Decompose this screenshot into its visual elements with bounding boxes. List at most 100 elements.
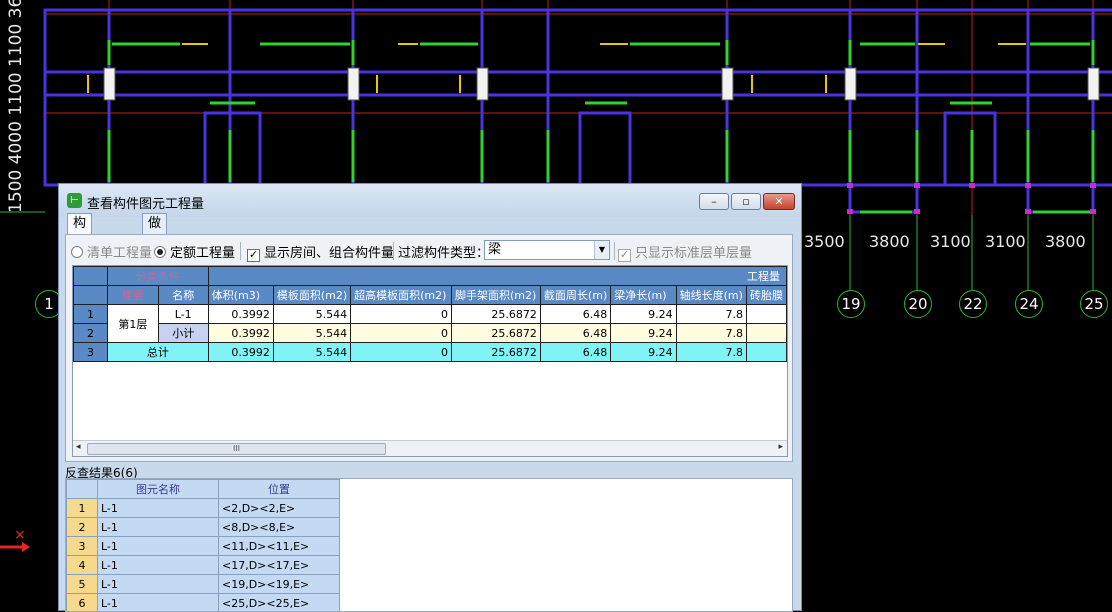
dialog-titlebar[interactable]: ⊢ 查看构件图元工程量 – ▫ ✕ <box>59 184 801 217</box>
position-cell[interactable]: <19,D><19,E> <box>219 575 340 594</box>
minimize-button[interactable]: – <box>699 193 729 210</box>
row-number: 2 <box>67 518 98 537</box>
column-header[interactable]: 模板面积(m2) <box>273 286 350 305</box>
element-name-cell[interactable]: L-1 <box>98 499 219 518</box>
column-header[interactable]: 图元名称 <box>98 480 219 499</box>
column-header[interactable]: 脚手架面积(m2) <box>451 286 540 305</box>
list-item[interactable]: 4 L-1 <17,D><17,E> <box>67 556 340 575</box>
standard-floor-checkbox[interactable]: ✓只显示标准层单层量 <box>618 242 752 262</box>
row-number: 6 <box>67 594 98 612</box>
total-label-cell[interactable]: 总计 <box>108 343 209 362</box>
formwork-area-cell[interactable]: 5.544 <box>273 343 350 362</box>
quantity-header: 工程量 <box>208 267 786 286</box>
formwork-area-cell[interactable]: 5.544 <box>273 324 350 343</box>
quantity-grid[interactable]: 分类条件 工程量 楼层 名称 体积(m3) 模板面积(m2) 超高模板面积(m2… <box>72 265 788 457</box>
horizontal-scrollbar[interactable]: ◂ III ▸ <box>73 440 787 456</box>
separator <box>240 242 241 260</box>
axis-length-cell[interactable]: 7.8 <box>676 305 746 324</box>
dropdown-arrow-icon[interactable]: ▼ <box>594 241 609 259</box>
dimension-label: 3100 <box>930 232 971 251</box>
maximize-button[interactable]: ▫ <box>731 193 761 210</box>
volume-cell[interactable]: 0.3992 <box>208 324 273 343</box>
scaffold-area-cell[interactable]: 25.6872 <box>451 343 540 362</box>
scroll-left-icon[interactable]: ◂ <box>76 442 81 452</box>
floor-cell[interactable]: 第1层 <box>108 305 159 343</box>
column-header[interactable]: 截面周长(m) <box>540 286 610 305</box>
options-bar: 清单工程量 定额工程量 ✓显示房间、组合构件量 过滤构件类型： 梁 ▼ ✓只显示… <box>66 240 794 260</box>
position-cell[interactable]: <8,D><8,E> <box>219 518 340 537</box>
list-item[interactable]: 2 L-1 <8,D><8,E> <box>67 518 340 537</box>
app-icon: ⊢ <box>67 193 82 208</box>
vertical-dimension-text: 1500 4000 1100 1100 3600 2000 <box>6 8 36 213</box>
dimension-label: 3800 <box>869 232 910 251</box>
axis-length-cell[interactable]: 7.8 <box>676 324 746 343</box>
grid-corner <box>74 267 108 286</box>
position-cell[interactable]: <17,D><17,E> <box>219 556 340 575</box>
column-header[interactable]: 轴线长度(m) <box>676 286 746 305</box>
beam-net-length-cell[interactable]: 9.24 <box>611 324 676 343</box>
high-formwork-area-cell[interactable]: 0 <box>351 324 452 343</box>
radio-quota-quantity[interactable]: 定额工程量 <box>154 242 235 261</box>
ucs-arrow-icon <box>0 542 30 552</box>
scaffold-area-cell[interactable]: 25.6872 <box>451 324 540 343</box>
column-header[interactable]: 位置 <box>219 480 340 499</box>
section-perimeter-cell[interactable]: 6.48 <box>540 305 610 324</box>
tab-method-quantity[interactable]: 做法工程量 <box>142 213 167 234</box>
column-header[interactable]: 砖胎膜 <box>746 286 786 305</box>
position-cell[interactable]: <11,D><11,E> <box>219 537 340 556</box>
volume-cell[interactable]: 0.3992 <box>208 305 273 324</box>
element-name-cell[interactable]: L-1 <box>98 556 219 575</box>
volume-cell[interactable]: 0.3992 <box>208 343 273 362</box>
axis-number-bubble: 24 <box>1015 290 1043 318</box>
position-cell[interactable]: <2,D><2,E> <box>219 499 340 518</box>
table-row[interactable]: 1 第1层 L-1 0.3992 5.544 0 25.6872 6.48 9.… <box>74 305 787 324</box>
element-name-cell[interactable]: L-1 <box>98 537 219 556</box>
list-item[interactable]: 1 L-1 <2,D><2,E> <box>67 499 340 518</box>
wall-lines <box>45 10 1112 212</box>
column-header[interactable]: 超高模板面积(m2) <box>351 286 452 305</box>
brick-mold-cell[interactable] <box>746 343 786 362</box>
name-cell[interactable]: 小计 <box>158 324 208 343</box>
element-name-cell[interactable]: L-1 <box>98 594 219 612</box>
component-quantity-dialog[interactable]: ⊢ 查看构件图元工程量 – ▫ ✕ 构件工程量 做法工程量 清单工程量 定额工程… <box>58 183 802 611</box>
formwork-area-cell[interactable]: 5.544 <box>273 305 350 324</box>
column-header[interactable]: 名称 <box>158 286 208 305</box>
element-name-cell[interactable]: L-1 <box>98 518 219 537</box>
row-number: 5 <box>67 575 98 594</box>
table-row[interactable]: 2 小计 0.3992 5.544 0 25.6872 6.48 9.24 7.… <box>74 324 787 343</box>
scroll-right-icon[interactable]: ▸ <box>778 442 783 452</box>
filter-type-select[interactable]: 梁 ▼ <box>484 240 610 260</box>
element-name-cell[interactable]: L-1 <box>98 575 219 594</box>
show-rooms-checkbox[interactable]: ✓显示房间、组合构件量 <box>247 242 394 262</box>
brick-mold-cell[interactable] <box>746 305 786 324</box>
list-item[interactable]: 3 L-1 <11,D><11,E> <box>67 537 340 556</box>
name-cell[interactable]: L-1 <box>158 305 208 324</box>
high-formwork-area-cell[interactable]: 0 <box>351 343 452 362</box>
list-item[interactable]: 5 L-1 <19,D><19,E> <box>67 575 340 594</box>
axis-number-bubble: 22 <box>959 290 987 318</box>
radio-list-quantity[interactable]: 清单工程量 <box>71 242 152 261</box>
column-header[interactable]: 楼层 <box>108 286 159 305</box>
high-formwork-area-cell[interactable]: 0 <box>351 305 452 324</box>
column-header[interactable]: 体积(m3) <box>208 286 273 305</box>
scroll-thumb[interactable]: III <box>87 443 386 455</box>
close-button[interactable]: ✕ <box>763 193 795 210</box>
row-number: 3 <box>67 537 98 556</box>
row-number: 2 <box>74 324 108 343</box>
table-row[interactable]: 3 总计 0.3992 5.544 0 25.6872 6.48 9.24 7.… <box>74 343 787 362</box>
position-cell[interactable]: <25,D><25,E> <box>219 594 340 612</box>
brick-mold-cell[interactable] <box>746 324 786 343</box>
dimension-label: 3100 <box>985 232 1026 251</box>
checkbox-checked-icon: ✓ <box>247 249 260 262</box>
tab-component-quantity[interactable]: 构件工程量 <box>67 213 92 235</box>
section-perimeter-cell[interactable]: 6.48 <box>540 343 610 362</box>
beam-net-length-cell[interactable]: 9.24 <box>611 305 676 324</box>
list-item[interactable]: 6 L-1 <25,D><25,E> <box>67 594 340 612</box>
section-perimeter-cell[interactable]: 6.48 <box>540 324 610 343</box>
axis-length-cell[interactable]: 7.8 <box>676 343 746 362</box>
row-number: 3 <box>74 343 108 362</box>
scaffold-area-cell[interactable]: 25.6872 <box>451 305 540 324</box>
column-header[interactable]: 梁净长(m) <box>611 286 676 305</box>
dimension-label: 3500 <box>804 232 845 251</box>
beam-net-length-cell[interactable]: 9.24 <box>611 343 676 362</box>
